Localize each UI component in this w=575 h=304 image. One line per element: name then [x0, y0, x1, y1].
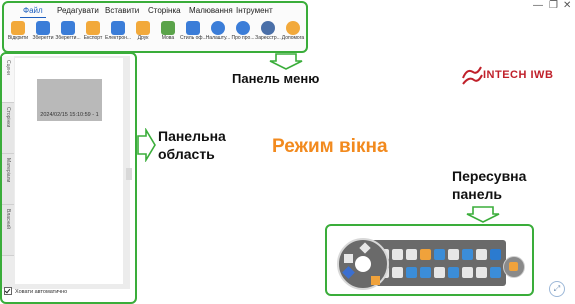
tool-ruler-icon[interactable]: [476, 249, 487, 260]
logo-text: INTECH IWB: [483, 69, 554, 81]
dial-highlighter-icon[interactable]: [371, 276, 380, 285]
open-label: Відкрити: [7, 35, 29, 41]
about-icon: [236, 21, 250, 35]
restore-icon[interactable]: ❐: [549, 1, 558, 11]
tool-highlighter-icon[interactable]: [420, 249, 431, 260]
side-tab-scenes-label: Сцени: [5, 60, 11, 75]
export-icon: [86, 21, 100, 35]
side-tab-pages-label: Сторінки: [5, 107, 11, 128]
email-icon: [111, 21, 125, 35]
save-as-label: Зберегти...: [55, 35, 81, 41]
open-folder-icon: [11, 21, 25, 35]
settings-label: Налашту...: [205, 35, 231, 41]
settings-button[interactable]: Налашту...: [206, 20, 230, 50]
language-icon: [161, 21, 175, 35]
tool-add-page-icon[interactable]: [490, 267, 501, 278]
side-tab-scenes[interactable]: Сцени: [2, 56, 14, 103]
tool-chart-icon[interactable]: [490, 249, 501, 260]
tab-draw[interactable]: Малювання: [186, 5, 236, 17]
email-label: Електрон...: [105, 35, 131, 41]
help-icon: [286, 21, 300, 35]
email-button[interactable]: Електрон...: [105, 20, 131, 50]
style-button[interactable]: Стиль оф...: [180, 20, 206, 50]
side-tab-custom[interactable]: Власний: [2, 205, 14, 256]
close-icon[interactable]: ✕: [563, 1, 571, 11]
save-button[interactable]: Зберегти: [31, 20, 55, 50]
about-label: Про про...: [231, 35, 255, 41]
arrow-right-icon: [137, 128, 156, 162]
tool-zoom-icon[interactable]: [406, 267, 417, 278]
page-thumbnail-caption: 2024/02/15 15:10:59 - 1: [40, 112, 99, 118]
tool-pen-icon[interactable]: [406, 249, 417, 260]
register-label: Зареєстр...: [255, 35, 281, 41]
tool-redo-icon[interactable]: [392, 267, 403, 278]
floating-toolbar-collapse[interactable]: [503, 256, 525, 278]
save-label: Зберегти: [32, 35, 54, 41]
tool-delete-icon[interactable]: [420, 267, 431, 278]
menu-tabs: Файл Редагувати Вставити Сторінка Малюва…: [4, 5, 306, 19]
tab-edit[interactable]: Редагувати: [54, 5, 102, 17]
save-as-icon: [61, 21, 75, 35]
help-button[interactable]: Допомога: [281, 20, 305, 50]
floating-panel-label-line1: Пересувна: [452, 168, 527, 184]
side-tab-materials-label: Матеріали: [5, 158, 11, 183]
register-icon: [261, 21, 275, 35]
side-panel-label-line1: Панельна: [158, 128, 226, 144]
intech-logo: INTECH IWB: [461, 64, 553, 90]
settings-icon: [211, 21, 225, 35]
side-panel-tabs: Сцени Сторінки Матеріали Власний: [2, 56, 14, 289]
logo-mark-icon: [462, 66, 483, 85]
auto-hide-label: Ховати автоматично: [15, 289, 68, 295]
tab-insert[interactable]: Вставити: [102, 5, 142, 17]
dial-pen-icon[interactable]: [344, 254, 353, 263]
print-label: Друк: [137, 35, 149, 41]
register-button[interactable]: Зареєстр...: [255, 20, 281, 50]
floating-panel-label-line2: панель: [452, 186, 502, 202]
dial-center-button[interactable]: [355, 256, 371, 272]
dial-shape-icon[interactable]: [342, 266, 355, 279]
tab-file[interactable]: Файл: [20, 5, 46, 18]
export-label: Експорт: [83, 35, 103, 41]
help-label: Допомога: [281, 35, 305, 41]
side-panel-collapse-handle[interactable]: [126, 168, 132, 180]
about-button[interactable]: Про про...: [231, 20, 255, 50]
tool-lasso-icon[interactable]: [448, 249, 459, 260]
tool-text-icon[interactable]: [392, 249, 403, 260]
side-panel-label-line2: область: [158, 146, 215, 162]
print-icon: [136, 21, 150, 35]
toolbox-icon: [509, 262, 518, 271]
save-icon: [36, 21, 50, 35]
menu-toolbar: Відкрити Зберегти Зберегти... Експорт Ел…: [6, 20, 306, 50]
fullscreen-icon[interactable]: ⤢: [549, 281, 565, 297]
tool-eraser-icon[interactable]: [434, 249, 445, 260]
side-tab-materials[interactable]: Матеріали: [2, 154, 14, 205]
tool-camera-icon[interactable]: [448, 267, 459, 278]
save-as-button[interactable]: Зберегти...: [55, 20, 81, 50]
style-label: Стиль оф...: [180, 35, 206, 41]
side-tab-pages[interactable]: Сторінки: [2, 103, 14, 154]
auto-hide-checkbox[interactable]: Ховати автоматично: [4, 286, 129, 297]
language-label: Мова: [161, 35, 175, 41]
tool-table-icon[interactable]: [462, 249, 473, 260]
tool-grid-icon[interactable]: [476, 267, 487, 278]
style-icon: [186, 21, 200, 35]
menu-panel-label: Панель меню: [232, 71, 320, 86]
menu-panel-frame: Файл Редагувати Вставити Сторінка Малюва…: [2, 1, 308, 53]
tool-screenshot-icon[interactable]: [434, 267, 445, 278]
side-tab-custom-label: Власний: [5, 209, 11, 229]
minimize-icon[interactable]: —: [533, 1, 543, 11]
export-button[interactable]: Експорт: [81, 20, 105, 50]
arrow-down-icon-2: [466, 206, 500, 223]
tool-page-icon[interactable]: [462, 267, 473, 278]
window-mode-title: Режим вікна: [272, 136, 388, 157]
dial-select-icon[interactable]: [359, 242, 371, 254]
print-button[interactable]: Друк: [131, 20, 155, 50]
checkbox-checked-icon: [4, 286, 12, 295]
arrow-down-icon: [269, 53, 303, 70]
open-button[interactable]: Відкрити: [6, 20, 30, 50]
tab-tools[interactable]: Інтрумент: [233, 5, 276, 17]
tab-page[interactable]: Сторінка: [145, 5, 184, 17]
language-button[interactable]: Мова: [156, 20, 180, 50]
